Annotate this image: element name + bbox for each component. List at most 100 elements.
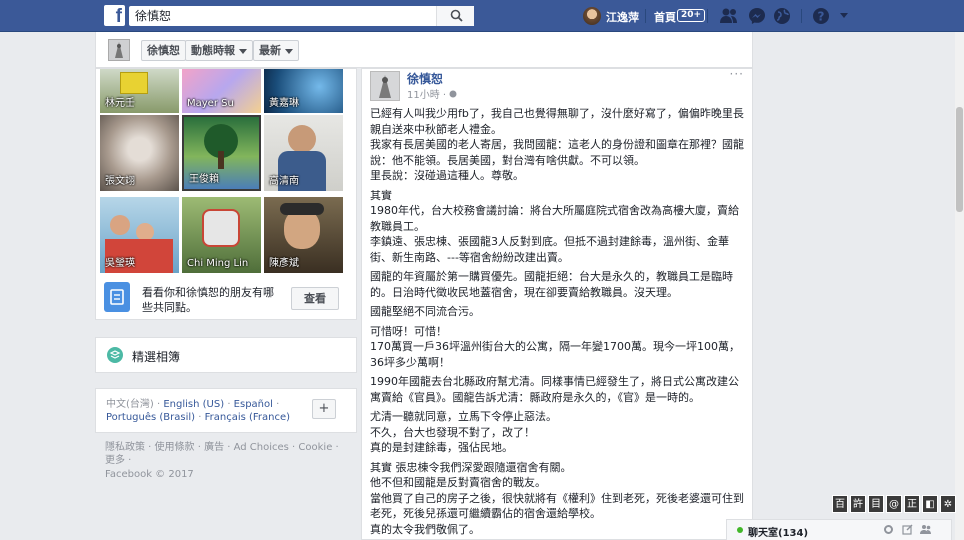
- svg-text:?: ?: [818, 10, 825, 24]
- timeline-post: 徐慎恕 11小時 · ··· 已經有人叫我少用fb了，我自己也覺得無聊了，沒什麼…: [361, 68, 753, 540]
- mutual-friends-icon: [104, 282, 130, 312]
- ime-key[interactable]: 百: [832, 495, 848, 513]
- friend-tile[interactable]: Chi Ming Lin: [182, 197, 261, 273]
- friend-tile[interactable]: 張文翊: [100, 115, 179, 191]
- featured-album-card[interactable]: 精選相簿: [95, 337, 357, 373]
- group-chat-icon[interactable]: [920, 524, 932, 535]
- post-paragraph: 其實 張忠棟令我們深愛跟隨還宿舍有關。 他不但和國龍是反對賣宿舍的戰友。 當他買…: [370, 460, 744, 536]
- facebook-logo[interactable]: f: [104, 5, 125, 26]
- compose-icon[interactable]: [902, 524, 913, 535]
- profile-name-button[interactable]: 徐慎恕: [141, 40, 186, 61]
- messenger-icon[interactable]: [748, 7, 766, 25]
- divider: [801, 9, 802, 23]
- user-name-link[interactable]: 江逸萍: [606, 9, 639, 25]
- profile-silhouette-icon: [115, 42, 123, 58]
- language-link[interactable]: Français (France): [205, 412, 290, 423]
- card-icon: [110, 289, 124, 305]
- friend-tile[interactable]: 林元壬: [100, 69, 179, 113]
- language-link[interactable]: Español: [234, 399, 273, 410]
- figurine-image: [202, 209, 240, 247]
- profile-header-strip: 徐慎恕 動態時報 最新: [95, 32, 753, 68]
- help-icon[interactable]: ?: [812, 7, 830, 25]
- more-languages-button[interactable]: +: [312, 399, 336, 419]
- account-menu-arrow-icon[interactable]: [839, 12, 849, 20]
- chat-sidebar-bar[interactable]: 聊天室(134): [726, 519, 952, 540]
- sort-label: 最新: [259, 44, 281, 57]
- public-globe-icon: [449, 90, 457, 98]
- separator: ·: [276, 399, 280, 410]
- divider: [707, 9, 708, 23]
- post-options-icon[interactable]: ···: [730, 69, 744, 81]
- portrait-face: [288, 125, 316, 153]
- mutual-friends-text: 看看你和徐慎恕的朋友有哪些共同點。: [142, 286, 274, 314]
- post-paragraph: 其實 1980年代，台大校務會議討論：將台大所屬庭院式宿舍改為高樓大廈，賣給教職…: [370, 188, 739, 264]
- top-navigation-bar: f 徐慎恕 江逸萍 首頁 20+ ?: [0, 0, 964, 32]
- search-input[interactable]: 徐慎恕: [129, 6, 474, 26]
- stack-icon: [109, 350, 121, 359]
- page-scrollbar[interactable]: [955, 32, 964, 540]
- friends-card: 林元壬 Mayer Su 黃嘉琳 張文翊 王俊賴 高清南 吳瑩瑛 Chi Min…: [95, 68, 357, 320]
- language-link[interactable]: Português (Brasil): [106, 412, 195, 423]
- footer-links[interactable]: 隱私政策 · 使用條款 · 廣告 · Ad Choices · Cookie ·…: [105, 441, 350, 467]
- search-icon: [450, 9, 463, 22]
- friend-name: Mayer Su: [187, 98, 234, 109]
- hat-shape: [280, 203, 324, 215]
- language-selector: 中文(台灣) · English (US) · Español · Portug…: [95, 388, 357, 433]
- post-author-name[interactable]: 徐慎恕: [407, 70, 443, 87]
- post-body: 已經有人叫我少用fb了，我自己也覺得無聊了，沒什麼好寫了，偏偏昨晚里長親自送來中…: [370, 106, 748, 539]
- home-link[interactable]: 首頁: [654, 9, 676, 25]
- friend-name: 黃嘉琳: [269, 98, 299, 109]
- friend-name: 陳彥斌: [269, 258, 299, 269]
- ime-toolbar: 百 許 目 @ 正 ◧ ✲: [832, 495, 956, 513]
- copyright: Facebook © 2017: [105, 469, 194, 480]
- friend-tile[interactable]: Mayer Su: [182, 69, 261, 113]
- language-link[interactable]: English (US): [163, 399, 224, 410]
- portrait-face: [110, 215, 130, 235]
- timeline-dropdown[interactable]: 動態時報: [185, 40, 253, 61]
- post-paragraph: 已經有人叫我少用fb了，我自己也覺得無聊了，沒什麼好寫了，偏偏昨晚里長親自送來中…: [370, 107, 744, 182]
- ime-key[interactable]: 許: [850, 495, 866, 513]
- user-avatar[interactable]: [583, 7, 601, 25]
- online-status-icon: [737, 527, 743, 533]
- gear-icon[interactable]: [883, 524, 894, 535]
- post-paragraph: 國龍堅絕不同流合污。: [370, 305, 480, 318]
- friend-name: 高清南: [269, 176, 299, 187]
- post-paragraph: 可惜呀！可惜！ 170萬買一戶36坪溫州街台大的公寓，隔一年變1700萬。現今一…: [370, 324, 740, 369]
- profile-silhouette-icon: [379, 75, 391, 98]
- friend-tile[interactable]: 黃嘉琳: [264, 69, 343, 113]
- ime-key[interactable]: ✲: [940, 495, 956, 513]
- friend-tile[interactable]: 王俊賴: [182, 115, 261, 191]
- portrait-face: [284, 209, 320, 249]
- friend-tile[interactable]: 高清南: [264, 115, 343, 191]
- ime-key[interactable]: 目: [868, 495, 884, 513]
- scrollbar-thumb[interactable]: [956, 107, 963, 212]
- chat-label: 聊天室(134): [748, 528, 809, 539]
- globe-notifications-icon[interactable]: [773, 7, 791, 25]
- ime-key[interactable]: 正: [904, 495, 920, 513]
- divider: [645, 9, 646, 23]
- post-paragraph: 國龍的年資屬於第一購買優先。國龍拒絕：台大是永久的，教職員工是臨時的。日治時代徵…: [370, 270, 733, 299]
- ime-key[interactable]: ◧: [922, 495, 938, 513]
- friend-tile[interactable]: 陳彥斌: [264, 197, 343, 273]
- see-mutual-button[interactable]: 查看: [291, 287, 339, 310]
- chevron-down-icon: [239, 48, 247, 54]
- album-icon: [107, 347, 123, 363]
- post-paragraph: 1990年國龍去台北縣政府幫尤清。同樣事情已經發生了，將日式公寓改建公寓賣給《官…: [370, 375, 739, 404]
- profile-mini-avatar[interactable]: [108, 39, 130, 61]
- post-author-avatar[interactable]: [370, 71, 400, 101]
- friend-requests-icon[interactable]: [719, 7, 739, 25]
- current-language: 中文(台灣): [106, 399, 154, 410]
- friend-tile[interactable]: 吳瑩瑛: [100, 197, 179, 273]
- friend-name: Chi Ming Lin: [187, 258, 249, 269]
- post-paragraph: 尤清一聽就同意，立馬下令停止惡法。 不久，台大也發現不對了，改了！ 真的是封建餘…: [370, 410, 557, 454]
- flag-image: [120, 72, 148, 94]
- sort-latest-dropdown[interactable]: 最新: [253, 40, 299, 61]
- timeline-label: 動態時報: [191, 44, 235, 57]
- featured-album-label: 精選相簿: [132, 350, 181, 364]
- post-timestamp[interactable]: 11小時 ·: [407, 86, 457, 101]
- friend-name: 張文翊: [105, 176, 135, 187]
- chevron-down-icon: [285, 48, 293, 54]
- search-button[interactable]: [436, 6, 474, 26]
- post-time-text: 11小時 ·: [407, 90, 450, 101]
- ime-key[interactable]: @: [886, 495, 902, 513]
